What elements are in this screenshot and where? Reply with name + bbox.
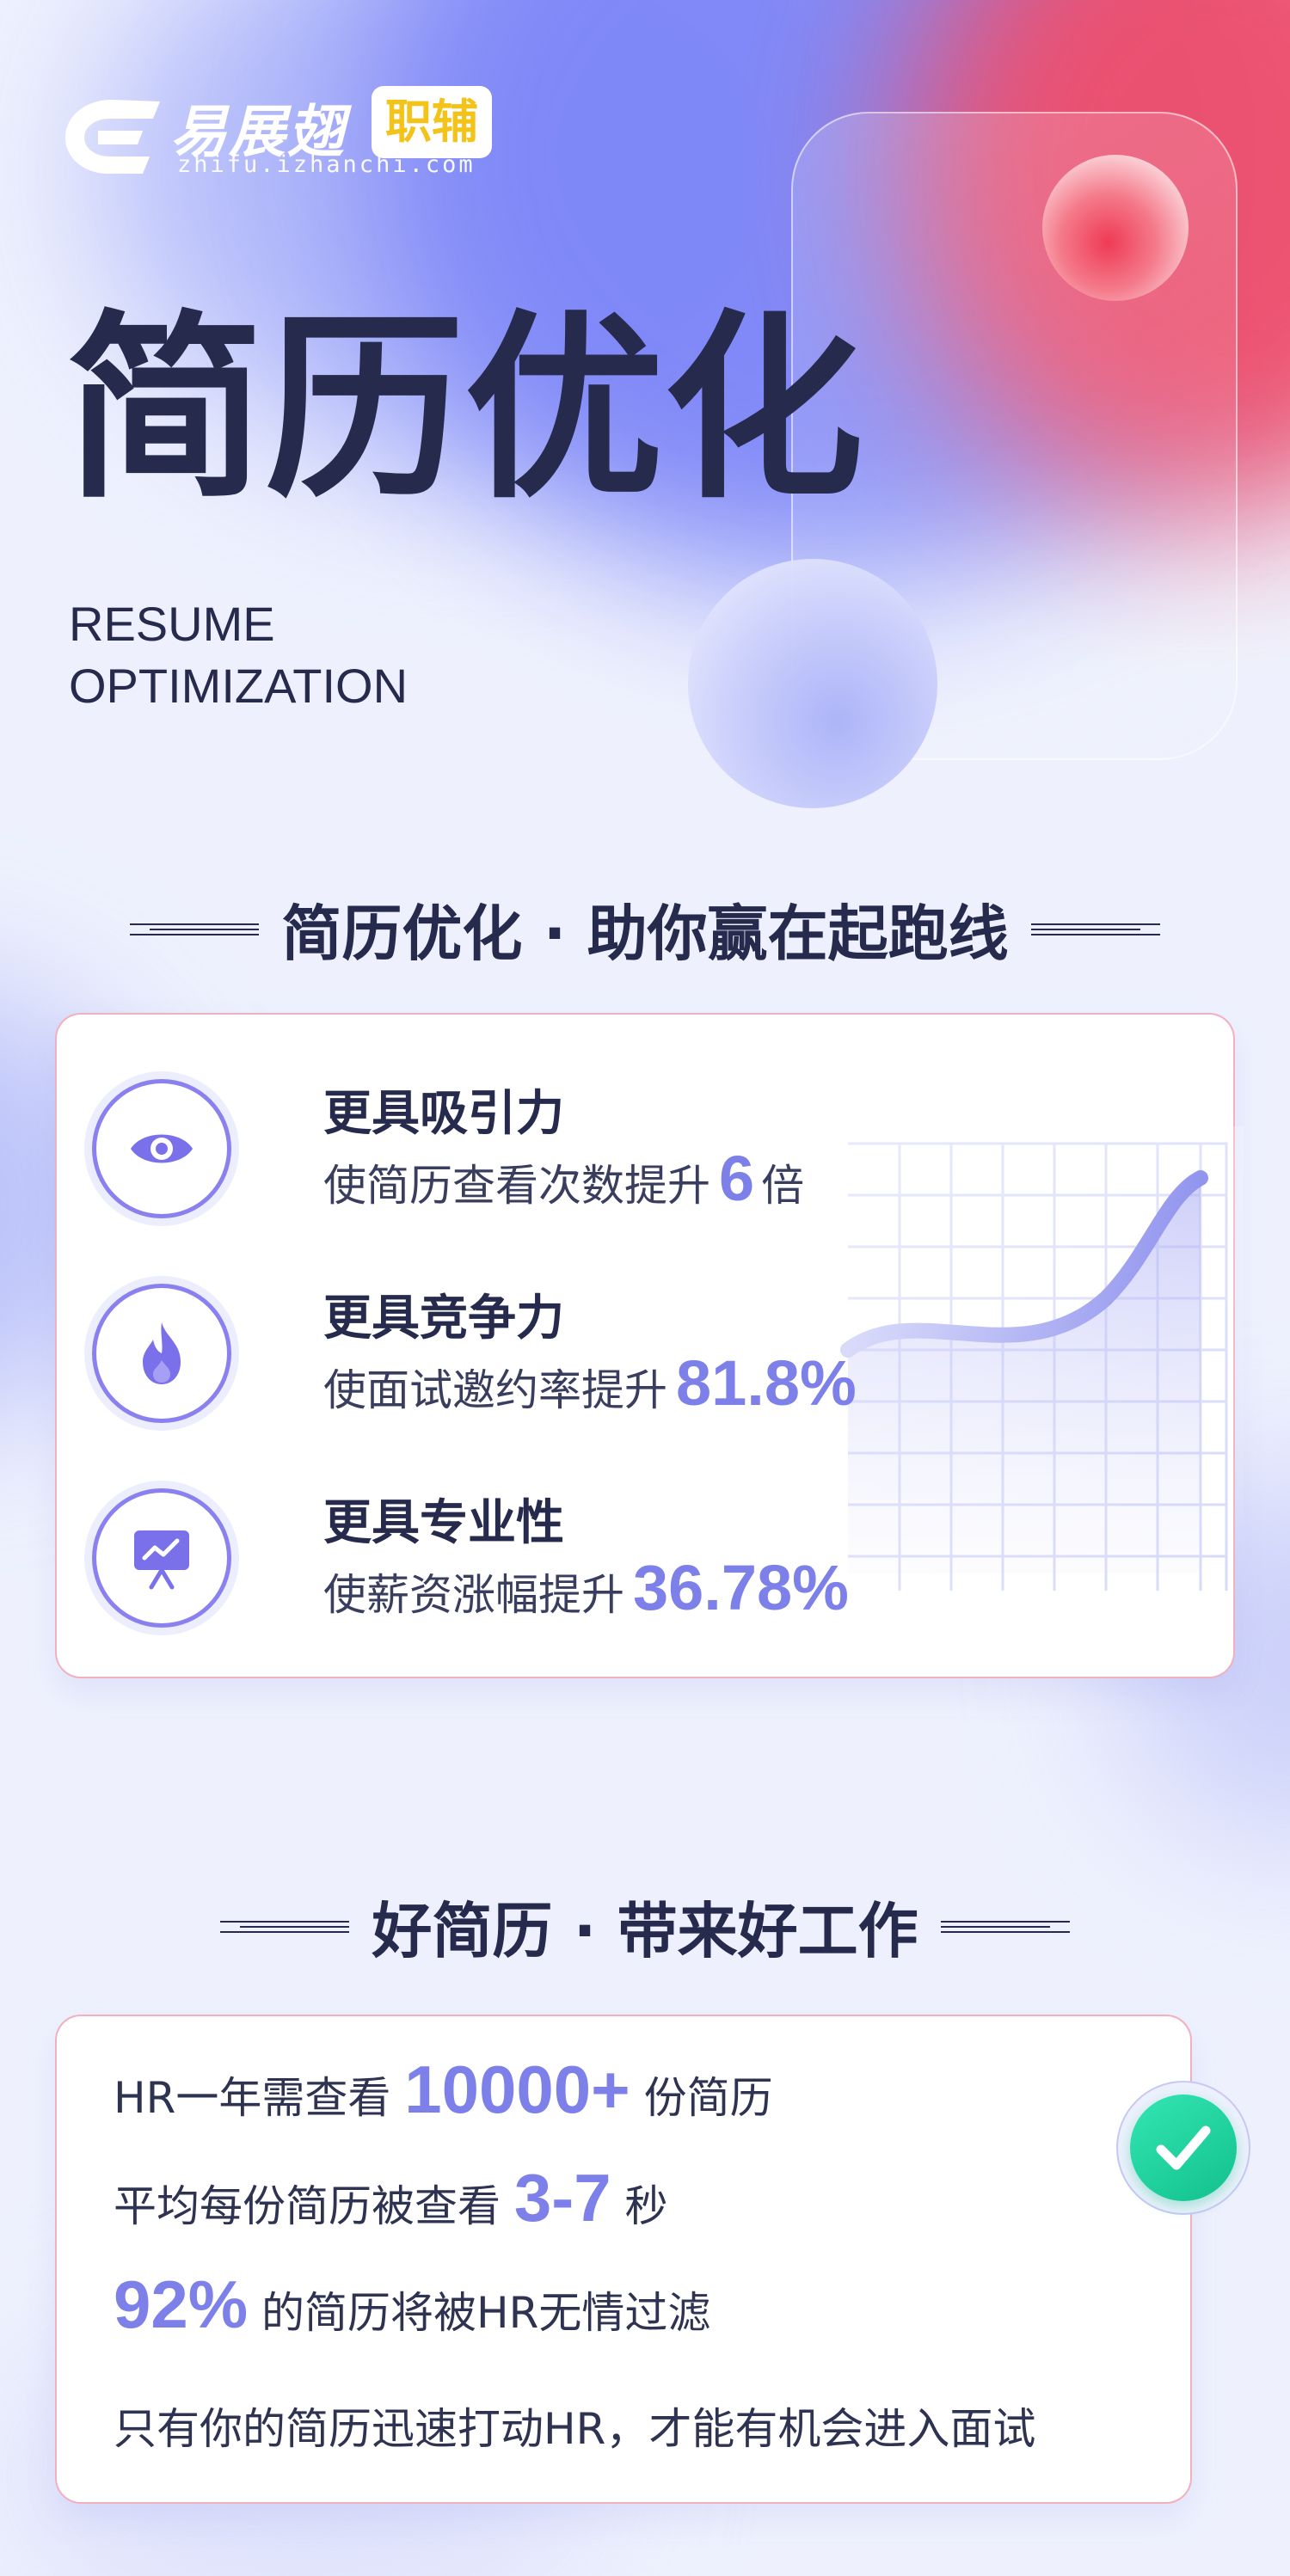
stat-line: 92% 的简历将被HR无情过滤 <box>114 2266 710 2344</box>
checkmark-badge <box>1118 2082 1249 2213</box>
logo-icon <box>65 100 160 174</box>
feature-desc-suffix: 倍 <box>761 1161 805 1211</box>
stat-value: 10000+ <box>404 2052 630 2127</box>
feature-icon-circle <box>96 1288 227 1419</box>
stat-line: 平均每份简历被查看 3-7 秒 <box>114 2159 668 2237</box>
feature-value: 6 <box>719 1143 755 1214</box>
heading-deco-right <box>1030 920 1160 939</box>
feature-competitiveness: 更具竞争力 使面试邀约率提升 81.8% <box>96 1279 870 1426</box>
stat-suffix: 份简历 <box>643 2073 773 2123</box>
feature-value: 36.78% <box>633 1552 849 1623</box>
feature-title: 更具吸引力 <box>323 1086 564 1142</box>
feature-icon-circle <box>96 1083 227 1214</box>
stats-card: HR一年需查看 10000+ 份简历 平均每份简历被查看 3-7 秒 92% 的… <box>57 2016 1190 2502</box>
heading-deco-left <box>130 920 260 939</box>
stat-prefix: HR一年需查看 <box>114 2073 391 2123</box>
section1-heading: 简历优化 · 助你赢在起跑线 <box>0 886 1290 972</box>
feature-desc: 使薪资涨幅提升 36.78% <box>323 1551 849 1624</box>
stat-value: 92% <box>114 2266 249 2342</box>
heading-deco-right <box>940 1917 1070 1936</box>
presentation-chart-icon <box>134 1530 189 1590</box>
stat-suffix: 的简历将被HR无情过滤 <box>261 2288 711 2338</box>
section2-heading-text: 好简历 · 带来好工作 <box>372 1896 918 1966</box>
feature-title: 更具专业性 <box>323 1495 564 1551</box>
feature-desc: 使面试邀约率提升 81.8% <box>323 1346 857 1420</box>
hero-subtitle-line2: OPTIMIZATION <box>69 659 408 713</box>
feature-desc-text: 使薪资涨幅提升 <box>323 1570 624 1620</box>
feature-desc-text: 使面试邀约率提升 <box>323 1365 667 1415</box>
stat-line: 只有你的简历迅速打动HR，才能有机会进入面试 <box>114 2395 1035 2456</box>
feature-professionalism: 更具专业性 使薪资涨幅提升 36.78% <box>96 1484 870 1630</box>
hero-subtitle: RESUME OPTIMIZATION <box>69 593 408 717</box>
section1-heading-text: 简历优化 · 助你赢在起跑线 <box>281 899 1009 969</box>
stat-prefix: 平均每份简历被查看 <box>114 2181 501 2231</box>
blue-sphere-decoration <box>688 559 937 808</box>
feature-value: 81.8% <box>676 1347 857 1419</box>
section2-heading: 好简历 · 带来好工作 <box>0 1883 1290 1970</box>
logo-domain: zhifu.izhanchi.com <box>177 151 476 178</box>
feature-attractiveness: 更具吸引力 使简历查看次数提升 6 倍 <box>96 1075 870 1221</box>
logo-tag: 职辅 <box>372 86 492 158</box>
flame-icon <box>143 1322 181 1384</box>
heading-deco-left <box>220 1917 350 1936</box>
stat-value: 3-7 <box>513 2160 611 2236</box>
feature-desc: 使简历查看次数提升 6 倍 <box>323 1142 804 1215</box>
red-sphere-decoration <box>1042 155 1189 301</box>
checkmark-icon <box>1156 2125 1211 2170</box>
eye-icon <box>131 1134 193 1163</box>
feature-icon-circle <box>96 1493 227 1623</box>
feature-title: 更具竞争力 <box>323 1291 564 1346</box>
stat-closing-text: 只有你的简历迅速打动HR，才能有机会进入面试 <box>114 2404 1036 2454</box>
stat-suffix: 秒 <box>624 2181 668 2231</box>
benefits-card: 更具吸引力 使简历查看次数提升 6 倍 更具竞争力 使面试邀约率提升 81.8% 更具… <box>57 1015 1244 1677</box>
hero-subtitle-line1: RESUME <box>69 597 275 651</box>
stat-line: HR一年需查看 10000+ 份简历 <box>114 2051 773 2129</box>
feature-desc-text: 使简历查看次数提升 <box>323 1161 710 1211</box>
hero-title: 简历优化 <box>65 293 864 525</box>
